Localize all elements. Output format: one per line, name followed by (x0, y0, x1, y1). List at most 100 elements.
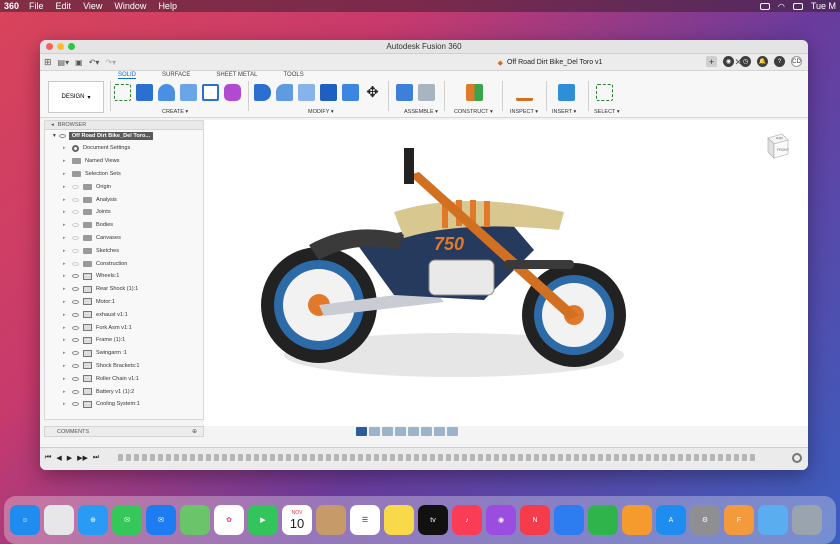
browser-item-motor[interactable]: ▸ Motor:1 (45, 296, 203, 309)
photos-icon[interactable]: ✿ (214, 505, 244, 535)
zoom-window-button[interactable] (68, 43, 75, 50)
visibility-icon[interactable] (72, 274, 79, 279)
expand-arrow-icon[interactable]: ▸ (63, 235, 68, 241)
close-window-button[interactable] (46, 43, 53, 50)
downloads-folder-icon[interactable] (758, 505, 788, 535)
pages-icon[interactable] (622, 505, 652, 535)
add-comment-icon[interactable]: ⊕ (192, 428, 197, 435)
finder-icon[interactable]: ☺ (10, 505, 40, 535)
step-back-icon[interactable]: ◀ (56, 454, 61, 462)
browser-item-exhaust[interactable]: ▸ exhaust v1:1 (45, 308, 203, 321)
visibility-icon[interactable] (58, 134, 66, 138)
extensions-icon[interactable]: ◉ (723, 56, 734, 67)
file-menu-icon[interactable]: ▤▾ (58, 58, 70, 67)
menu-help[interactable]: Help (158, 1, 177, 11)
document-tab[interactable]: ◆ Off Road Dirt Bike_Del Toro v1 ✕ (360, 55, 742, 70)
combine-icon[interactable] (342, 84, 359, 101)
expand-arrow-icon[interactable]: ▸ (63, 312, 68, 318)
expand-arrow-icon[interactable]: ▸ (63, 363, 68, 369)
group-construct[interactable]: CONSTRUCT ▾ (454, 109, 493, 115)
expand-arrow-icon[interactable]: ▸ (63, 325, 68, 331)
expand-arrow-icon[interactable]: ▸ (63, 248, 68, 254)
browser-item-swingarm[interactable]: ▸ Swingarm :1 (45, 347, 203, 360)
reminders-icon[interactable]: ☰ (350, 505, 380, 535)
visibility-icon[interactable] (72, 261, 79, 266)
orbit-icon[interactable] (356, 427, 367, 436)
visibility-icon[interactable] (72, 223, 79, 228)
visibility-icon[interactable] (72, 389, 79, 394)
minimize-window-button[interactable] (57, 43, 64, 50)
timeline-features[interactable] (118, 454, 778, 463)
browser-item-fork-asm[interactable]: ▸ Fork Asm v1:1 (45, 321, 203, 334)
job-status-icon[interactable]: ◷ (740, 56, 751, 67)
browser-item-document-settings[interactable]: ▸ Document Settings (45, 142, 203, 155)
numbers-icon[interactable] (588, 505, 618, 535)
menu-edit[interactable]: Edit (56, 1, 72, 11)
chamfer-icon[interactable] (298, 84, 315, 101)
expand-arrow-icon[interactable]: ▸ (63, 171, 68, 177)
visibility-icon[interactable] (72, 299, 79, 304)
menubar-app-name[interactable]: 360 (4, 1, 19, 11)
messages-icon[interactable]: ✉ (112, 505, 142, 535)
expand-arrow-icon[interactable]: ▸ (63, 401, 68, 407)
workspace-switcher-button[interactable]: DESIGN ▾ (48, 81, 104, 113)
measure-icon[interactable] (516, 84, 533, 101)
expand-arrow-icon[interactable]: ▸ (63, 145, 68, 151)
browser-item-rear-shock[interactable]: ▸ Rear Shock (1):1 (45, 283, 203, 296)
browser-item-selection-sets[interactable]: ▸ Selection Sets (45, 168, 203, 181)
press-pull-icon[interactable] (254, 84, 271, 101)
collapse-icon[interactable]: ◂ (51, 122, 54, 128)
apple-tv-icon[interactable]: tv (418, 505, 448, 535)
pan-icon[interactable] (382, 427, 393, 436)
notifications-icon[interactable]: 🔔 (757, 56, 768, 67)
trash-icon[interactable] (792, 505, 822, 535)
step-forward-icon[interactable]: ▶▶ (77, 454, 88, 462)
keynote-icon[interactable] (554, 505, 584, 535)
news-icon[interactable]: N (520, 505, 550, 535)
move-icon[interactable]: ✥ (364, 84, 381, 101)
fillet-icon[interactable] (276, 84, 293, 101)
browser-item-battery[interactable]: ▸ Battery v1 (1):2 (45, 385, 203, 398)
visibility-icon[interactable] (72, 325, 79, 330)
browser-item-shock-brackets[interactable]: ▸ Shock Brackets:1 (45, 360, 203, 373)
safari-icon[interactable]: ⊕ (78, 505, 108, 535)
look-at-icon[interactable] (369, 427, 380, 436)
menu-view[interactable]: View (83, 1, 102, 11)
browser-item-wheels[interactable]: ▸ Wheels:1 (45, 270, 203, 283)
notes-icon[interactable] (384, 505, 414, 535)
group-create[interactable]: CREATE ▾ (162, 109, 188, 115)
browser-item-origin[interactable]: ▸ Origin (45, 180, 203, 193)
play-icon[interactable]: ▶ (67, 454, 72, 462)
battery-icon[interactable] (759, 2, 770, 10)
browser-item-cooling-system[interactable]: ▸ Cooling System:1 (45, 398, 203, 411)
group-inspect[interactable]: INSPECT ▾ (510, 109, 538, 115)
viewports-icon[interactable] (447, 427, 458, 436)
expand-arrow-icon[interactable]: ▸ (63, 209, 68, 215)
visibility-icon[interactable] (72, 376, 79, 381)
help-icon[interactable]: ? (774, 56, 785, 67)
browser-item-bodies[interactable]: ▸ Bodies (45, 219, 203, 232)
visibility-icon[interactable] (72, 338, 79, 343)
launchpad-icon[interactable] (44, 505, 74, 535)
music-icon[interactable]: ♪ (452, 505, 482, 535)
group-select[interactable]: SELECT ▾ (594, 109, 620, 115)
joint-icon[interactable] (418, 84, 435, 101)
wifi-icon[interactable]: ◠ (778, 2, 785, 11)
expand-arrow-icon[interactable]: ▸ (63, 261, 68, 267)
go-to-end-icon[interactable]: ⏭ (93, 454, 99, 462)
browser-item-sketches[interactable]: ▸ Sketches (45, 244, 203, 257)
visibility-icon[interactable] (72, 248, 79, 253)
user-avatar[interactable]: CD (791, 56, 802, 67)
expand-arrow-icon[interactable]: ▾ (53, 133, 56, 139)
visibility-icon[interactable] (72, 363, 79, 368)
calendar-icon[interactable]: NOV 10 (282, 505, 312, 535)
maps-icon[interactable] (180, 505, 210, 535)
visibility-icon[interactable] (72, 210, 79, 215)
visibility-icon[interactable] (72, 197, 79, 202)
insert-image-icon[interactable] (558, 84, 575, 101)
visibility-icon[interactable] (72, 287, 79, 292)
browser-item-joints[interactable]: ▸ Joints (45, 206, 203, 219)
tab-tools[interactable]: TOOLS (283, 72, 303, 79)
visibility-icon[interactable] (72, 312, 79, 317)
group-modify[interactable]: MODIFY ▾ (308, 109, 334, 115)
